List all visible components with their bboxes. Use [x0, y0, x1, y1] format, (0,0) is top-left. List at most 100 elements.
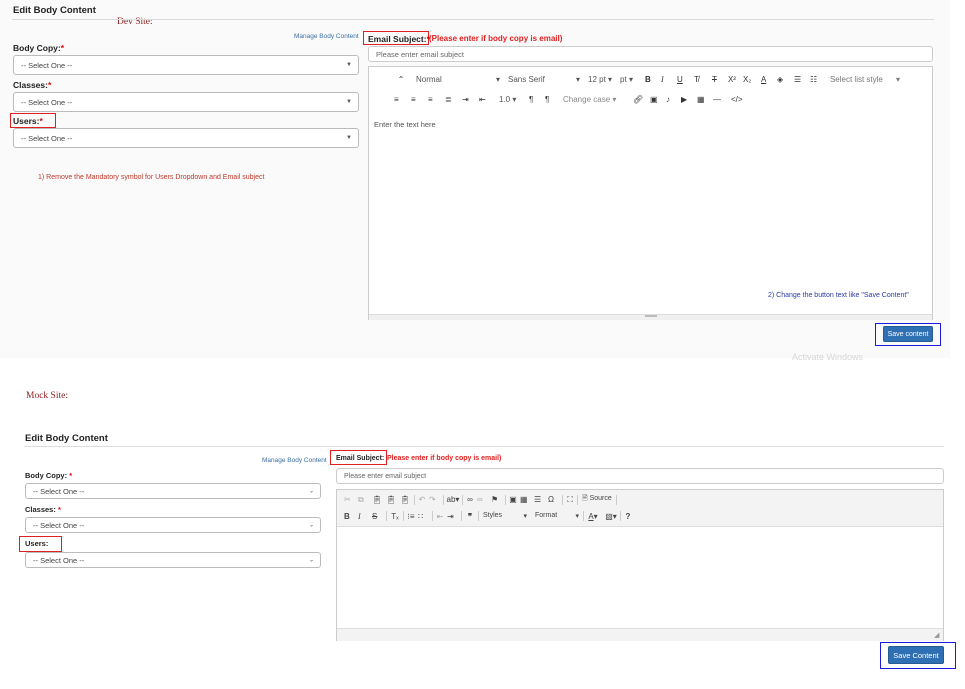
- paragraph-style-select[interactable]: Normal ▾: [416, 75, 500, 84]
- undo-icon[interactable]: ↶: [415, 495, 429, 504]
- ltr-paragraph-icon[interactable]: ¶: [529, 95, 545, 104]
- anchor-icon[interactable]: ⚑: [491, 495, 505, 504]
- mock-site-label: Mock Site:: [26, 391, 68, 401]
- indent-icon[interactable]: ⇥: [447, 512, 461, 521]
- mock-body-copy-label: Body Copy: *: [25, 471, 73, 480]
- line-height-select[interactable]: 1.0 ▾: [499, 95, 529, 104]
- paste-word-icon[interactable]: 📋︎: [400, 495, 414, 504]
- resize-grip-icon[interactable]: ◢: [934, 631, 939, 639]
- rtl-paragraph-icon[interactable]: ¶: [545, 95, 563, 104]
- change-case-select[interactable]: Change case ▾: [563, 95, 633, 104]
- superscript-icon[interactable]: X²: [728, 75, 743, 84]
- underline-icon[interactable]: U: [677, 75, 694, 84]
- mock-editor-footer: [337, 628, 943, 641]
- blockquote-icon[interactable]: ❞: [462, 512, 478, 521]
- dev-save-content-button[interactable]: Save content: [883, 326, 933, 342]
- bold-icon[interactable]: B: [344, 512, 358, 521]
- mock-save-content-button[interactable]: Save Content: [888, 646, 944, 664]
- dev-annotation-1: 1) Remove the Mandatory symbol for Users…: [38, 174, 265, 181]
- image-icon[interactable]: ▣: [506, 495, 520, 504]
- horizontal-rule-icon[interactable]: ☰: [534, 495, 548, 504]
- paste-icon[interactable]: 📋︎: [372, 495, 386, 504]
- bullet-list-icon[interactable]: ☰: [794, 75, 810, 84]
- remove-format-icon[interactable]: Tₓ: [387, 512, 403, 521]
- dev-rich-text-editor[interactable]: [368, 66, 933, 320]
- align-justify-icon[interactable]: ≣: [445, 95, 462, 104]
- font-unit-select[interactable]: pt ▾: [620, 75, 633, 84]
- select-value: -- Select One --: [33, 520, 85, 530]
- strikethrough-icon[interactable]: T: [712, 75, 728, 84]
- code-view-icon[interactable]: </>: [731, 95, 747, 104]
- dev-body-copy-select[interactable]: -- Select One -- ▼: [13, 55, 359, 75]
- horizontal-rule-icon[interactable]: —: [713, 95, 731, 104]
- required-marker: *: [47, 80, 52, 90]
- text-color-icon[interactable]: A▾: [584, 512, 602, 521]
- list-style-select[interactable]: Select list style ▾: [830, 75, 900, 84]
- font-family-select[interactable]: Sans Serif ▾: [508, 75, 580, 84]
- italic-icon[interactable]: I: [358, 512, 372, 521]
- mock-classes-select[interactable]: -- Select One -- ⌄: [25, 517, 321, 533]
- special-char-icon[interactable]: Ω: [548, 495, 562, 504]
- mock-body-copy-select[interactable]: -- Select One -- ⌄: [25, 483, 321, 499]
- font-value: Sans Serif: [508, 75, 545, 84]
- mock-users-label: Users:: [25, 539, 49, 548]
- styles-select[interactable]: Styles ▾: [479, 512, 527, 520]
- dev-manage-body-content-link[interactable]: Manage Body Content: [294, 33, 359, 40]
- dev-users-select[interactable]: -- Select One -- ▼: [13, 128, 359, 148]
- font-size-select[interactable]: 12 pt ▾: [588, 75, 612, 84]
- mock-users-select[interactable]: -- Select One -- ⌄: [25, 552, 321, 568]
- select-value: -- Select One --: [21, 97, 73, 107]
- chevron-down-icon: ⌄: [308, 522, 314, 529]
- table-icon[interactable]: ▦: [697, 95, 713, 104]
- bullet-list-icon[interactable]: ∷: [418, 512, 432, 521]
- indent-icon[interactable]: ⇥: [462, 95, 479, 104]
- redo-icon[interactable]: ↷: [429, 495, 443, 504]
- chevron-down-icon: ⌄: [308, 488, 314, 495]
- unlink-icon[interactable]: ∞: [477, 495, 491, 504]
- video-icon[interactable]: ▶: [681, 95, 697, 104]
- help-icon[interactable]: ?: [621, 512, 635, 521]
- table-icon[interactable]: ▦: [520, 495, 534, 504]
- outdent-icon[interactable]: ⇤: [433, 512, 447, 521]
- maximize-icon[interactable]: ⛶: [563, 495, 577, 505]
- chevron-up-icon[interactable]: ⌃: [396, 75, 406, 84]
- chevron-down-icon: ▼: [346, 135, 352, 141]
- mock-email-subject-input[interactable]: Please enter email subject: [336, 468, 944, 484]
- select-value: -- Select One --: [21, 133, 73, 143]
- bold-icon[interactable]: B: [645, 75, 661, 84]
- numbered-list-icon[interactable]: ⁝≡: [404, 512, 418, 521]
- align-center-icon[interactable]: ≡: [411, 95, 428, 104]
- strikethrough-icon[interactable]: S: [372, 512, 386, 521]
- dev-editor-placeholder: Enter the text here: [374, 120, 436, 129]
- mock-editor-toolbar-row1: ✂ ⧉ 📋︎ 📋︎ 📋︎ ↶ ↷ ab▾ ∞ ∞ ⚑ ▣ ▦ ☰ Ω ⛶ 🗎︎ …: [344, 494, 617, 505]
- dev-title-divider: [12, 19, 934, 20]
- align-left-icon[interactable]: ≡: [394, 95, 411, 104]
- cut-icon[interactable]: ✂: [344, 495, 358, 504]
- list-style-value: Select list style: [829, 75, 883, 84]
- dev-classes-select[interactable]: -- Select One -- ▼: [13, 92, 359, 112]
- email-placeholder: Please enter email subject: [376, 49, 464, 59]
- subscript-icon[interactable]: X₂: [743, 75, 761, 84]
- paste-text-icon[interactable]: 📋︎: [386, 495, 400, 504]
- numbered-list-icon[interactable]: ☷: [810, 75, 830, 84]
- spellcheck-icon[interactable]: ab▾: [444, 495, 462, 504]
- copy-icon[interactable]: ⧉: [358, 495, 372, 505]
- outdent-icon[interactable]: ⇤: [479, 95, 499, 104]
- clear-format-icon[interactable]: T̸: [694, 75, 712, 84]
- format-select[interactable]: Format ▾: [535, 512, 579, 520]
- audio-icon[interactable]: ♪: [666, 95, 681, 104]
- background-color-icon[interactable]: ▧▾: [602, 512, 620, 521]
- image-icon[interactable]: ▣: [650, 95, 666, 104]
- italic-icon[interactable]: I: [661, 75, 677, 84]
- font-color-icon[interactable]: A: [761, 75, 777, 84]
- chevron-down-icon: ⌄: [308, 557, 314, 564]
- link-icon[interactable]: 🔗︎: [633, 95, 650, 104]
- fill-color-icon[interactable]: ◈: [777, 75, 794, 84]
- dev-email-subject-input[interactable]: Please enter email subject: [368, 46, 933, 62]
- mock-manage-body-content-link[interactable]: Manage Body Content: [262, 457, 327, 464]
- align-right-icon[interactable]: ≡: [428, 95, 445, 104]
- source-button[interactable]: 🗎︎ Source: [578, 494, 612, 505]
- link-icon[interactable]: ∞: [463, 495, 477, 504]
- mock-title-divider: [24, 446, 944, 447]
- dev-email-note: (Please enter if body copy is email): [429, 34, 563, 43]
